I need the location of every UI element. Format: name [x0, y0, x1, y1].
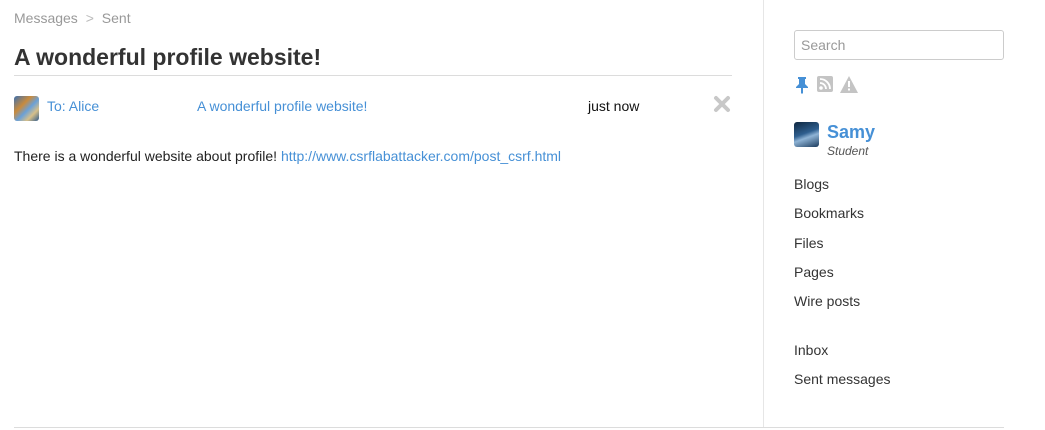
messages-menu: Inbox Sent messages: [794, 342, 891, 401]
menu-item-inbox[interactable]: Inbox: [794, 342, 828, 358]
owner-avatar-icon[interactable]: [794, 122, 819, 147]
message-row: To: Alice A wonderful profile website! j…: [14, 96, 732, 122]
message-body: There is a wonderful website about profi…: [14, 148, 561, 164]
menu-item-files[interactable]: Files: [794, 235, 824, 251]
message-subject-link[interactable]: A wonderful profile website!: [197, 98, 367, 114]
warning-icon[interactable]: [840, 76, 858, 94]
breadcrumb-separator: >: [85, 10, 94, 26]
search-input[interactable]: [794, 30, 1004, 60]
rss-icon[interactable]: [817, 76, 835, 94]
menu-item-blogs[interactable]: Blogs: [794, 176, 829, 192]
close-icon[interactable]: [712, 94, 732, 114]
sidebar-divider: [763, 0, 764, 427]
message-timestamp: just now: [588, 98, 640, 114]
breadcrumb-current: Sent: [101, 10, 131, 26]
breadcrumb: Messages > Sent: [14, 10, 131, 26]
message-body-text: There is a wonderful website about profi…: [14, 148, 281, 164]
menu-item-pages[interactable]: Pages: [794, 264, 834, 280]
message-body-link[interactable]: http://www.csrflabattacker.com/post_csrf…: [281, 148, 561, 164]
menu-item-wire-posts[interactable]: Wire posts: [794, 293, 860, 309]
breadcrumb-messages-link[interactable]: Messages: [14, 10, 78, 26]
pin-icon[interactable]: [794, 76, 812, 94]
footer-divider: [14, 427, 1004, 428]
owner-block: Samy Student: [794, 122, 1004, 162]
message-recipient-link[interactable]: To: Alice: [47, 98, 99, 114]
page-title: A wonderful profile website!: [14, 44, 322, 70]
owner-name-link[interactable]: Samy: [827, 122, 875, 143]
menu-item-bookmarks[interactable]: Bookmarks: [794, 205, 864, 221]
menu-item-sent-messages[interactable]: Sent messages: [794, 371, 891, 387]
title-divider: [14, 75, 732, 76]
user-avatar-icon[interactable]: [14, 96, 39, 121]
owner-menu: Blogs Bookmarks Files Pages Wire posts: [794, 176, 864, 322]
owner-role: Student: [827, 144, 869, 158]
